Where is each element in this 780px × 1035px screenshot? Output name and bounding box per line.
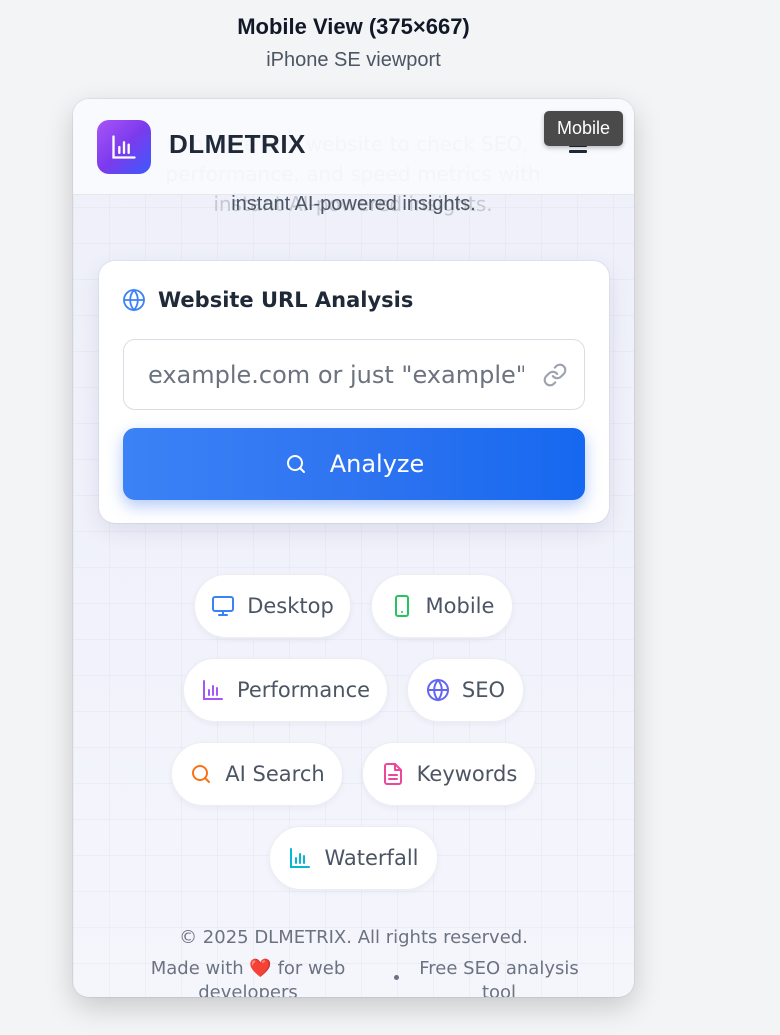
footer-free-tool: Free SEO analysis tool [419, 958, 579, 997]
url-analysis-card: Website URL Analysis Analyze [99, 261, 609, 523]
heart-icon: ❤️ [249, 958, 272, 979]
viewport-subtitle: iPhone SE viewport [266, 49, 441, 71]
globe-icon [426, 678, 449, 702]
footer-made-with: Made with ❤️ for web developers [133, 957, 363, 997]
search-icon [286, 455, 305, 473]
logo[interactable] [97, 120, 151, 174]
mobile-preview-frame: Analyze any website to check SEO, perfor… [73, 99, 634, 997]
brand-name[interactable]: DLMETRIX [169, 129, 306, 160]
feature-label: Desktop [247, 594, 334, 618]
feature-label: Waterfall [324, 846, 419, 870]
analyze-button[interactable]: Analyze [123, 428, 585, 500]
analyze-button-label: Analyze [329, 450, 425, 478]
feature-label: SEO [461, 678, 506, 702]
bar-chart-icon [112, 135, 136, 159]
link-icon [543, 363, 567, 387]
feature-label: Mobile [425, 594, 495, 618]
smartphone-icon [394, 595, 409, 617]
feature-pill-desktop[interactable]: Desktop [194, 574, 351, 638]
url-input-wrapper [123, 339, 585, 410]
footer-copyright: © 2025 DLMETRIX. All rights reserved. [179, 927, 528, 948]
feature-label: Keywords [416, 762, 518, 786]
feature-pill-mobile[interactable]: Mobile [371, 574, 513, 638]
bar-chart-icon [290, 848, 311, 868]
mobile-tooltip: Mobile [544, 111, 623, 146]
document-icon [383, 763, 402, 785]
feature-label: Performance [236, 678, 371, 702]
feature-pill-ai-search[interactable]: AI Search [171, 742, 343, 806]
card-title: Website URL Analysis [158, 288, 414, 312]
search-icon [192, 765, 211, 783]
feature-pill-performance[interactable]: Performance [183, 658, 388, 722]
feature-label: AI Search [225, 762, 325, 786]
globe-icon [123, 288, 145, 312]
feature-pill-waterfall[interactable]: Waterfall [269, 826, 438, 890]
hero-description-visible-line: instant AI-powered insights. [231, 193, 476, 215]
footer-separator [394, 975, 399, 980]
footer-made-prefix: Made with [150, 958, 244, 979]
viewport-title: Mobile View (375×667) [237, 14, 470, 39]
feature-pill-seo[interactable]: SEO [407, 658, 524, 722]
url-input[interactable] [124, 340, 524, 409]
bar-chart-icon [202, 680, 223, 700]
monitor-icon [212, 596, 235, 616]
feature-pill-keywords[interactable]: Keywords [362, 742, 536, 806]
